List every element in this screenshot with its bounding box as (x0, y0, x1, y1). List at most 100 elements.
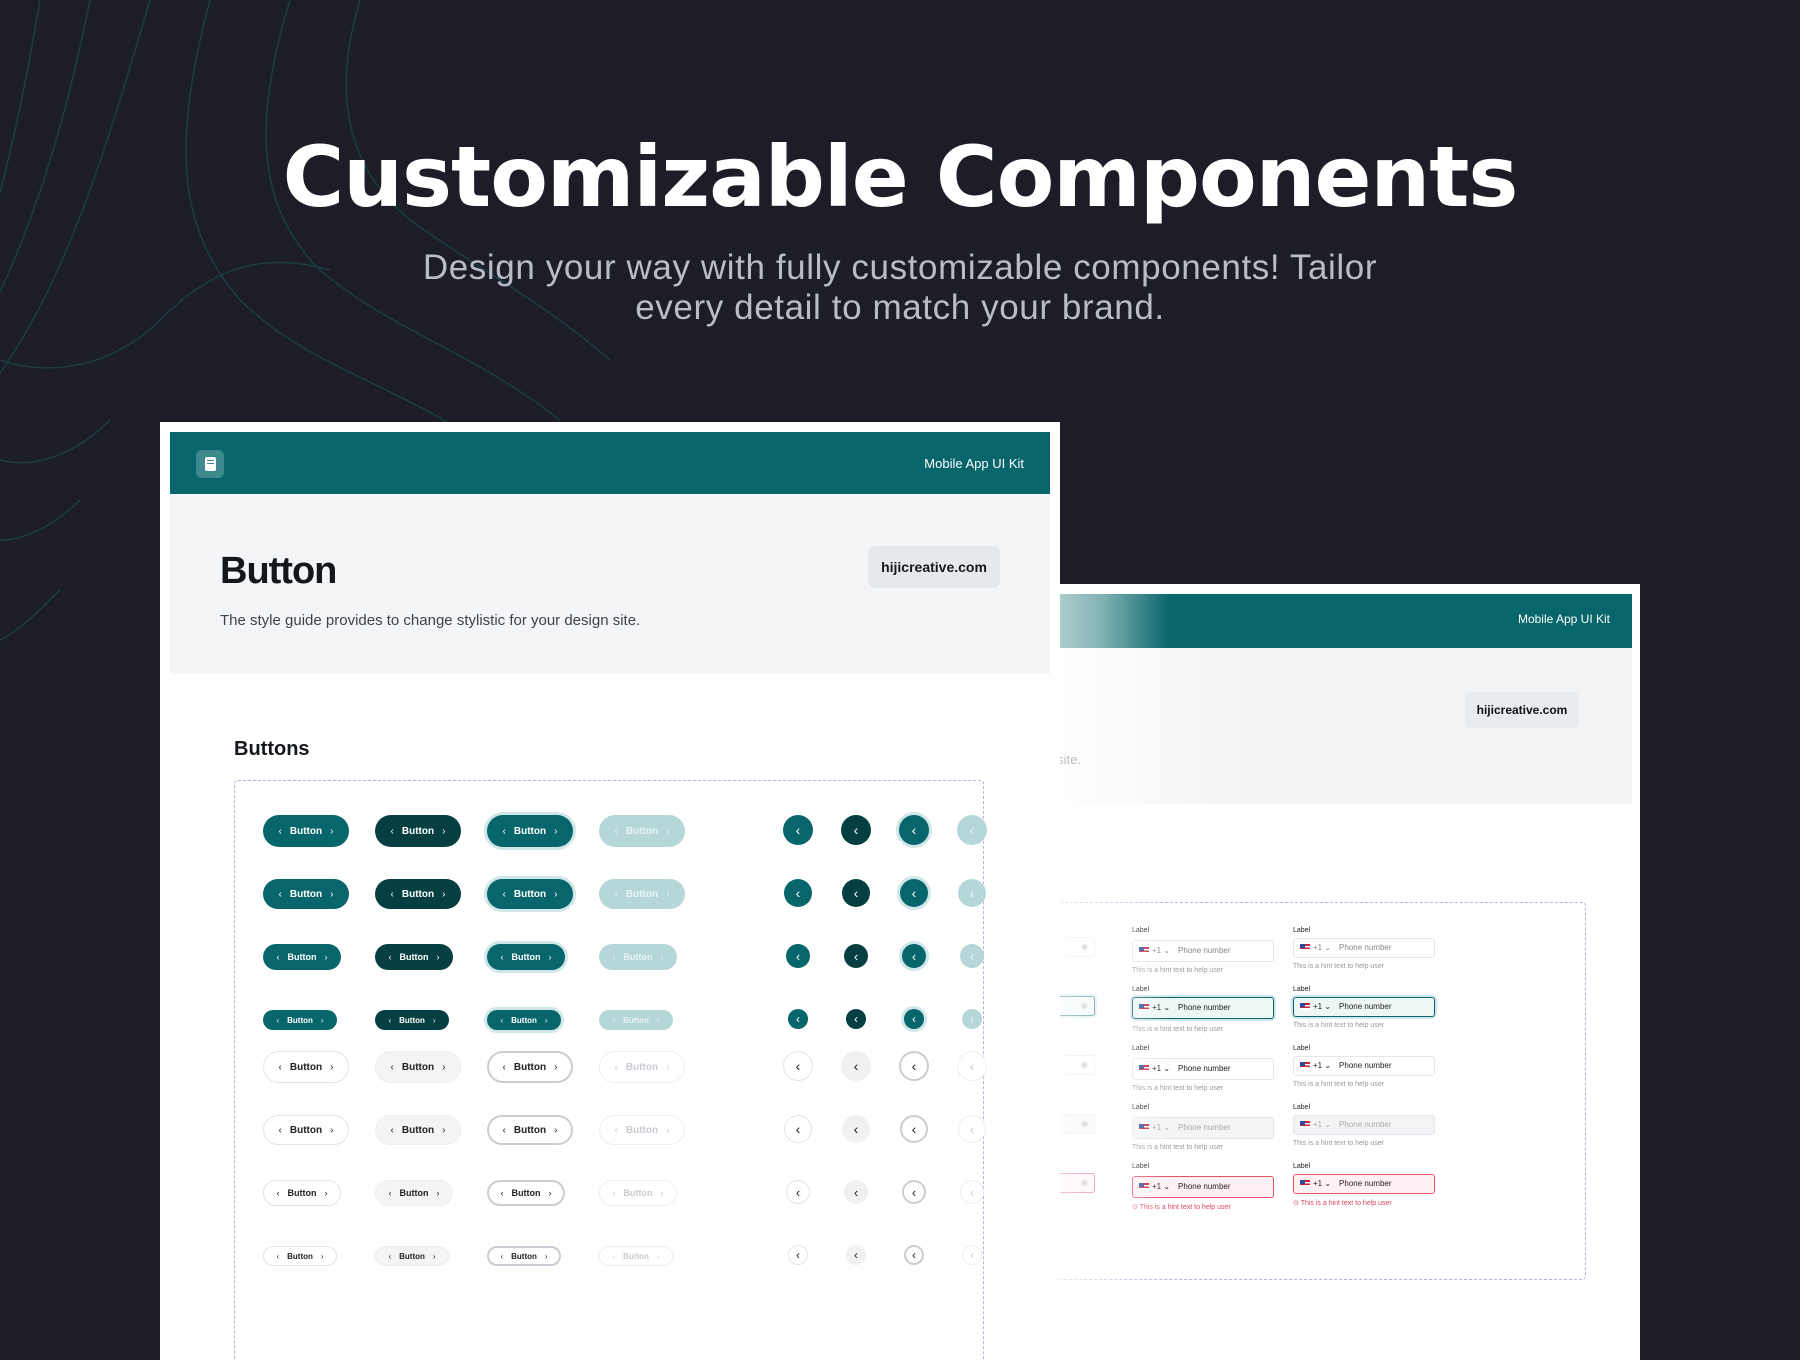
input-fields-frame: der◉t to help userder◉t to help userder◉… (1000, 902, 1586, 1280)
icon-button-outline[interactable]: ‹ (783, 1051, 813, 1081)
country-code-dropdown[interactable]: +1 ⌄ (1152, 1182, 1170, 1191)
icon-button-dark[interactable]: ‹ (846, 1009, 866, 1029)
icon-button-dark[interactable]: ‹ (842, 879, 870, 907)
front-card-topbar: Mobile App UI Kit (170, 432, 1050, 494)
button-outline[interactable]: ‹ Button › (263, 1115, 349, 1145)
icon-button-outline-focus[interactable]: ‹ (902, 1180, 926, 1204)
chevron-left-icon: ‹ (388, 1188, 392, 1198)
phone-input-default[interactable]: +1 ⌄ Phone number (1293, 938, 1435, 958)
country-code-dropdown[interactable]: +1 ⌄ (1313, 943, 1331, 952)
icon-button-disabled: ‹ (960, 944, 984, 968)
icon-button-primary[interactable]: ‹ (788, 1009, 808, 1029)
button-focus[interactable]: ‹ Button › (487, 815, 573, 847)
icon-button-focus[interactable]: ‹ (899, 815, 929, 845)
country-code-dropdown[interactable]: +1 ⌄ (1313, 1179, 1331, 1188)
icon-button-primary[interactable]: ‹ (784, 879, 812, 907)
front-card-button-guide: Mobile App UI Kit Button The style guide… (160, 422, 1060, 1360)
chevron-left-icon: ‹ (614, 1061, 618, 1073)
chevron-left-icon: ‹ (795, 822, 801, 838)
button-label: Button (511, 952, 541, 962)
chevron-left-icon: ‹ (969, 822, 975, 838)
country-code-dropdown[interactable]: +1 ⌄ (1152, 1064, 1170, 1073)
icon-button-focus[interactable]: ‹ (904, 1009, 924, 1029)
button-outline-hover[interactable]: ‹ Button › (375, 1246, 449, 1266)
country-code-dropdown[interactable]: +1 ⌄ (1152, 1003, 1170, 1012)
chevron-right-icon: › (660, 952, 664, 962)
icon-button-dark[interactable]: ‹ (841, 815, 871, 845)
input-label: Label (1293, 927, 1311, 934)
button-outline-hover[interactable]: ‹ Button › (375, 1180, 453, 1206)
button-outline-focus[interactable]: ‹ Button › (487, 1051, 573, 1083)
eye-icon[interactable]: ◉ (1081, 1115, 1088, 1133)
button-outline[interactable]: ‹ Button › (263, 1246, 337, 1266)
eye-icon[interactable]: ◉ (1081, 997, 1088, 1015)
country-code-dropdown[interactable]: +1 ⌄ (1152, 946, 1170, 955)
button-primary[interactable]: ‹ Button › (263, 944, 341, 970)
button-primary[interactable]: ‹ Button › (263, 815, 349, 847)
button-focus[interactable]: ‹ Button › (487, 879, 573, 909)
button-outline-hover[interactable]: ‹ Button › (375, 1051, 461, 1083)
button-outline[interactable]: ‹ Button › (263, 1180, 341, 1206)
chevron-right-icon: › (554, 888, 558, 900)
icon-button-dark[interactable]: ‹ (844, 944, 868, 968)
button-outline-hover[interactable]: ‹ Button › (375, 1115, 461, 1145)
eye-icon[interactable]: ◉ (1081, 1056, 1088, 1074)
input-label: Label (1132, 1163, 1150, 1170)
phone-input-error[interactable]: +1 ⌄ Phone number (1132, 1176, 1274, 1198)
phone-input-error[interactable]: +1 ⌄ Phone number (1293, 1174, 1435, 1194)
error-hint-text: This is a hint text to help user (1300, 1200, 1392, 1207)
button-outline-focus[interactable]: ‹ Button › (487, 1115, 573, 1145)
icon-button-outline-hover[interactable]: ‹ (846, 1245, 866, 1265)
phone-input-focus[interactable]: +1 ⌄ Phone number (1293, 997, 1435, 1017)
icon-button-outline[interactable]: ‹ (788, 1245, 808, 1265)
eye-icon[interactable]: ◉ (1081, 938, 1088, 956)
button-focus[interactable]: ‹ Button › (487, 1010, 561, 1030)
button-primary[interactable]: ‹ Button › (263, 1010, 337, 1030)
phone-input-default[interactable]: +1 ⌄ Phone number (1132, 940, 1274, 962)
us-flag-icon (1300, 1062, 1310, 1070)
button-outline-focus[interactable]: ‹ Button › (487, 1180, 565, 1206)
input-hint: This is a hint text to help user (1132, 1026, 1224, 1033)
phone-input-filled[interactable]: +1 ⌄ Phone number (1132, 1058, 1274, 1080)
site-link-button[interactable]: hijicreative.com (868, 546, 1000, 588)
button-dark[interactable]: ‹ Button › (375, 815, 461, 847)
icon-button-outline[interactable]: ‹ (786, 1180, 810, 1204)
icon-button-outline-hover[interactable]: ‹ (842, 1115, 870, 1143)
button-focus[interactable]: ‹ Button › (487, 944, 565, 970)
icon-button-focus[interactable]: ‹ (902, 944, 926, 968)
icon-button-outline[interactable]: ‹ (784, 1115, 812, 1143)
input-hint: This is a hint text to help user (1293, 1081, 1385, 1088)
icon-button-focus[interactable]: ‹ (900, 879, 928, 907)
icon-button-outline-hover[interactable]: ‹ (844, 1180, 868, 1204)
chevron-left-icon: ‹ (969, 1121, 975, 1137)
button-dark[interactable]: ‹ Button › (375, 944, 453, 970)
button-outline[interactable]: ‹ Button › (263, 1051, 349, 1083)
us-flag-icon (1300, 944, 1310, 952)
chevron-right-icon: › (442, 1124, 446, 1136)
icon-button-outline-hover[interactable]: ‹ (841, 1051, 871, 1081)
button-dark[interactable]: ‹ Button › (375, 1010, 449, 1030)
icon-button-outline-focus[interactable]: ‹ (899, 1051, 929, 1081)
icon-button-primary[interactable]: ‹ (786, 944, 810, 968)
chevron-left-icon: ‹ (911, 822, 917, 838)
chevron-left-icon: ‹ (502, 1061, 506, 1073)
button-primary[interactable]: ‹ Button › (263, 879, 349, 909)
back-card-topbar-title: Mobile App UI Kit (1517, 612, 1610, 626)
icon-button-outline-focus[interactable]: ‹ (904, 1245, 924, 1265)
chevron-left-icon: ‹ (795, 1121, 801, 1137)
country-code-dropdown[interactable]: +1 ⌄ (1313, 1002, 1331, 1011)
button-label: Button (625, 888, 659, 900)
icon-button-primary[interactable]: ‹ (783, 815, 813, 845)
icon-button-disabled: ‹ (957, 815, 987, 845)
back-card-site-button[interactable]: hijicreative.com (1465, 692, 1579, 728)
button-dark[interactable]: ‹ Button › (375, 879, 461, 909)
phone-input-focus[interactable]: +1 ⌄ Phone number (1132, 997, 1274, 1019)
icon-button-outline-focus[interactable]: ‹ (900, 1115, 928, 1143)
country-code-dropdown[interactable]: +1 ⌄ (1313, 1061, 1331, 1070)
document-icon[interactable] (196, 450, 224, 478)
phone-number-text: Phone number (1178, 1064, 1231, 1073)
phone-input-filled[interactable]: +1 ⌄ Phone number (1293, 1056, 1435, 1076)
us-flag-icon (1300, 1180, 1310, 1188)
button-outline-focus[interactable]: ‹ Button › (487, 1246, 561, 1266)
eye-icon[interactable]: ◉ (1081, 1174, 1088, 1192)
